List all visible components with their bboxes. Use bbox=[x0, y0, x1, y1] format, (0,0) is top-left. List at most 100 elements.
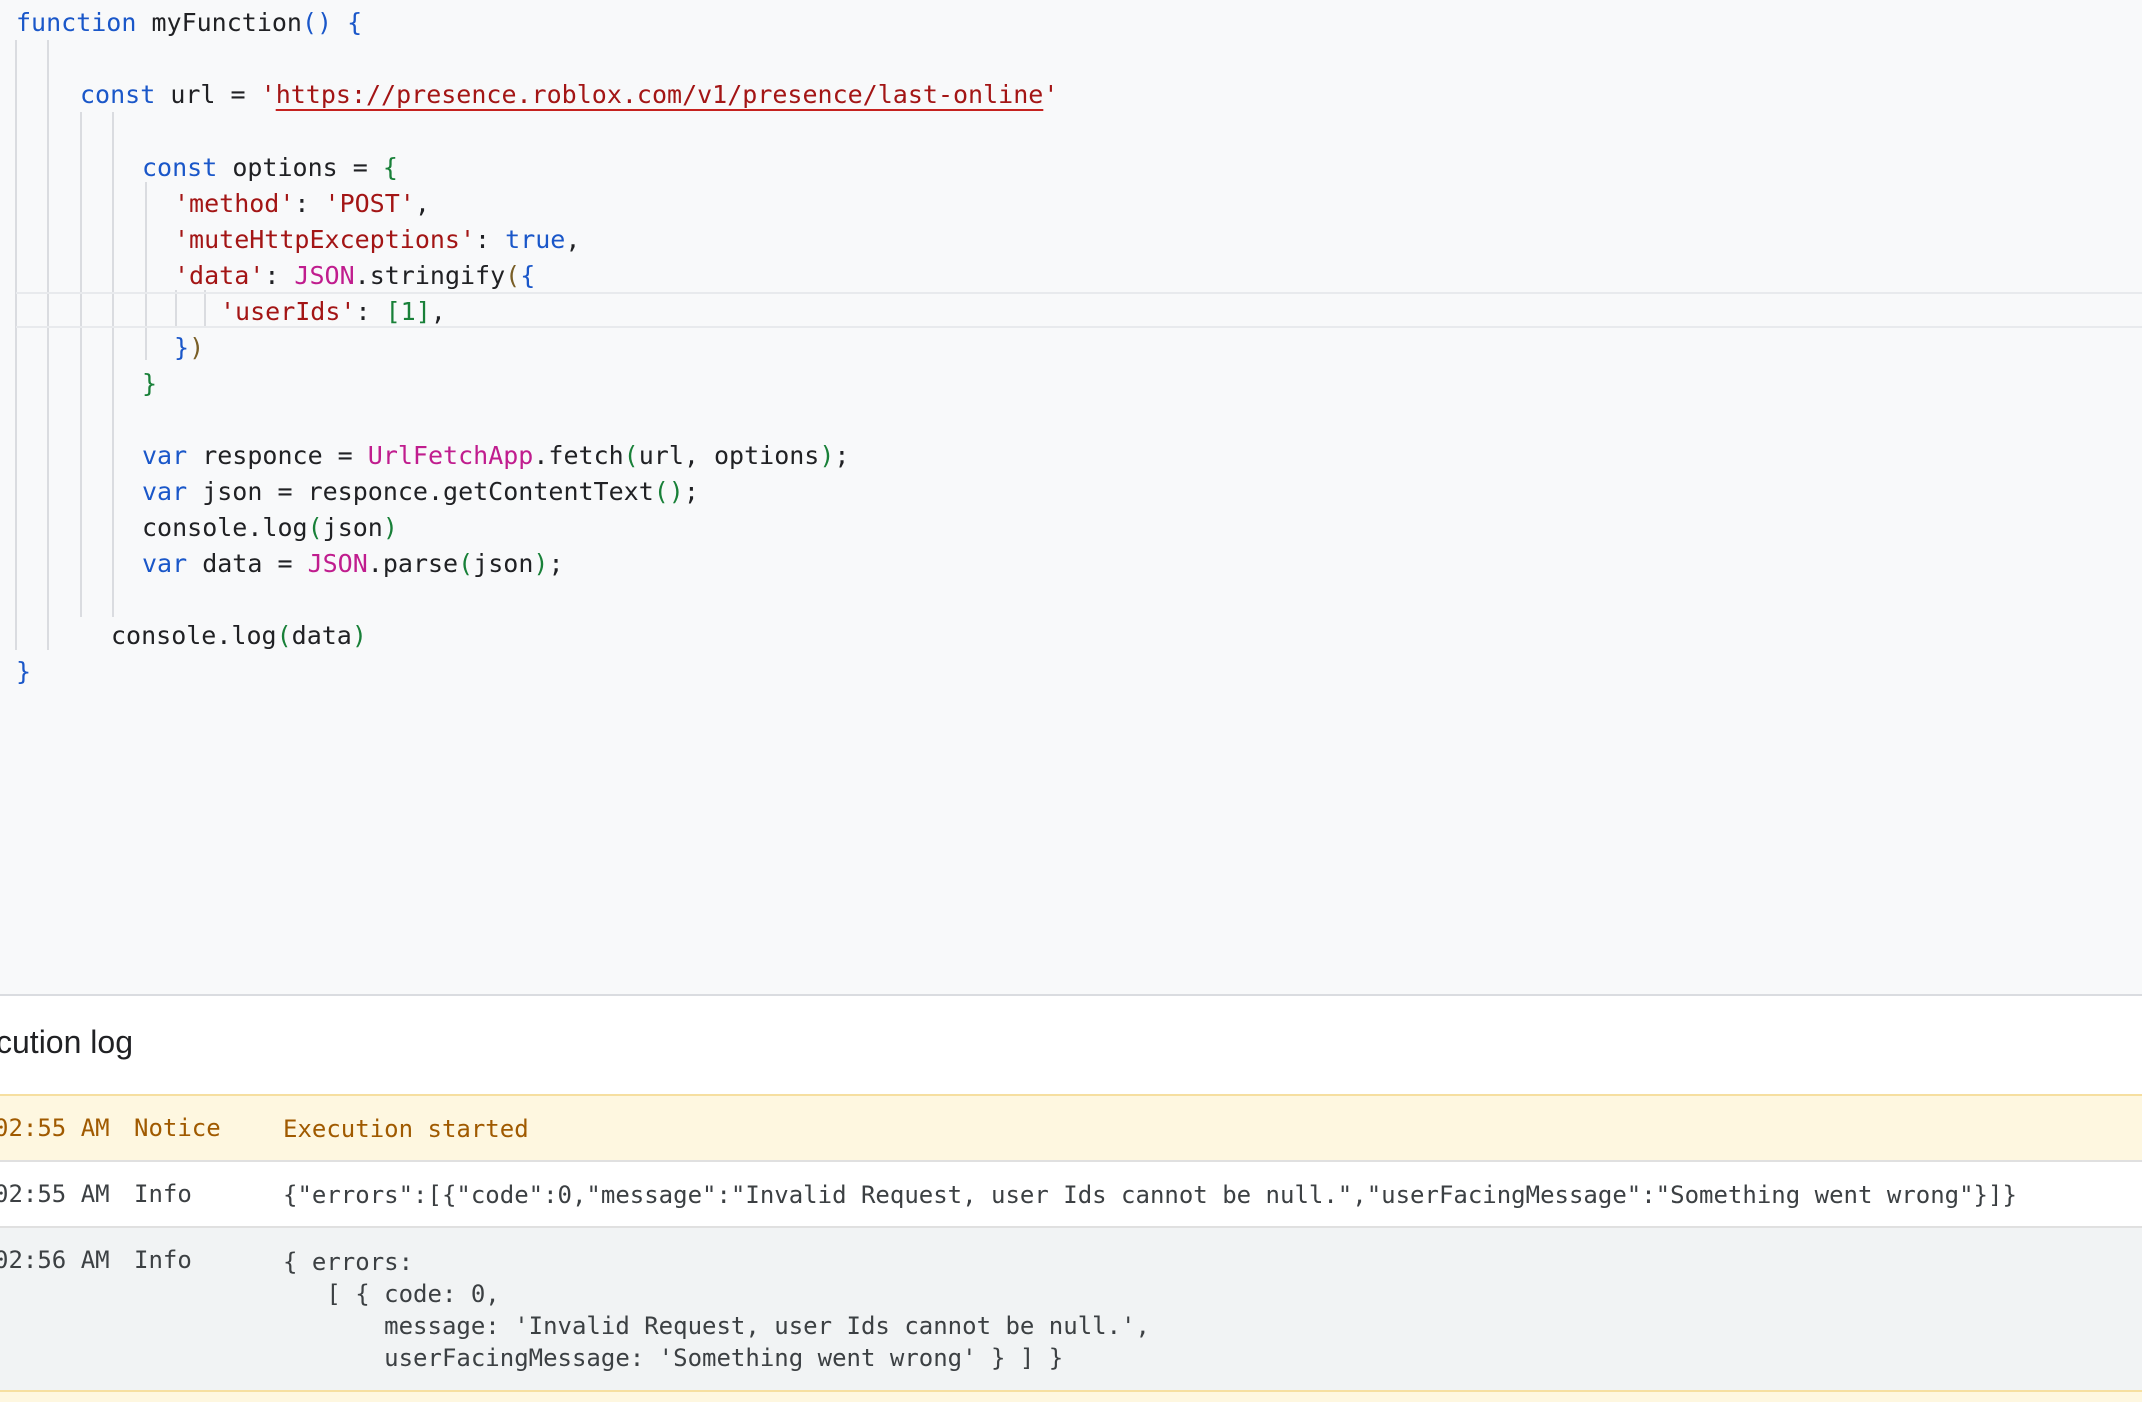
url-link[interactable]: https://presence.roblox.com/v1/presence/… bbox=[276, 80, 1044, 109]
execution-log-title: cution log bbox=[0, 1024, 133, 1060]
code-line[interactable]: 'data': JSON.stringify({ bbox=[174, 258, 535, 294]
code-token: 'data' bbox=[174, 261, 265, 290]
log-level: Notice bbox=[134, 1114, 221, 1142]
code-token: const bbox=[142, 153, 218, 182]
code-line[interactable]: var data = JSON.parse(json); bbox=[142, 546, 564, 582]
code-token: ( bbox=[458, 549, 474, 578]
execution-log-panel: cution log 02:55 AM Notice Execution sta… bbox=[0, 994, 2142, 1402]
code-token: 'POST' bbox=[324, 189, 415, 218]
log-level: Info bbox=[134, 1180, 192, 1208]
code-token: { bbox=[347, 8, 363, 37]
code-token: .fetch bbox=[533, 441, 624, 470]
code-line[interactable]: } bbox=[16, 654, 31, 690]
code-token: responce = bbox=[187, 441, 368, 470]
code-token: JSON bbox=[307, 549, 368, 578]
code-token: ; bbox=[548, 549, 564, 578]
indent-guide bbox=[145, 182, 147, 360]
code-token: data bbox=[291, 621, 352, 650]
log-message: {"errors":[{"code":0,"message":"Invalid … bbox=[283, 1181, 2017, 1209]
code-token: , bbox=[414, 189, 430, 218]
code-token: ' bbox=[260, 80, 276, 109]
code-token: UrlFetchApp bbox=[367, 441, 534, 470]
code-token: true bbox=[505, 225, 566, 254]
code-token: ) bbox=[189, 333, 205, 362]
code-line[interactable]: const options = { bbox=[142, 150, 398, 186]
indent-guide bbox=[112, 112, 114, 617]
code-token: } bbox=[16, 657, 32, 686]
code-editor[interactable]: function myFunction() { const url = 'htt… bbox=[0, 0, 2142, 994]
code-token: ) bbox=[533, 549, 549, 578]
log-entry-notice-partial bbox=[0, 1390, 2142, 1402]
code-token: () bbox=[653, 477, 684, 506]
code-line[interactable]: var responce = UrlFetchApp.fetch(url, op… bbox=[142, 438, 849, 474]
log-level: Info bbox=[134, 1246, 192, 1274]
log-entry-notice[interactable]: 02:55 AM Notice Execution started bbox=[0, 1094, 2142, 1160]
log-message: { errors: [ { code: 0, message: 'Invalid… bbox=[283, 1248, 1150, 1372]
log-time: 02:55 AM bbox=[0, 1114, 110, 1142]
code-token: ; bbox=[683, 477, 699, 506]
code-line[interactable]: 'method': 'POST', bbox=[174, 186, 430, 222]
code-token: url = bbox=[155, 80, 261, 109]
code-token: 'muteHttpExceptions' bbox=[174, 225, 476, 254]
code-token: ( bbox=[623, 441, 639, 470]
code-line[interactable]: console.log(data) bbox=[111, 618, 367, 654]
code-token: console.log bbox=[111, 621, 277, 650]
code-line[interactable]: console.log(json) bbox=[142, 510, 398, 546]
code-token: json = responce.getContentText bbox=[187, 477, 654, 506]
code-token: , bbox=[430, 297, 446, 326]
code-line-active[interactable]: 'userIds': [1], bbox=[16, 292, 2142, 328]
code-token: : bbox=[264, 261, 295, 290]
code-token: ( bbox=[307, 513, 323, 542]
code-token: [ bbox=[385, 297, 401, 326]
code-token: 1 bbox=[400, 297, 416, 326]
code-token: ; bbox=[834, 441, 850, 470]
code-token: json bbox=[473, 549, 534, 578]
log-entry-info[interactable]: 02:55 AM Info {"errors":[{"code":0,"mess… bbox=[0, 1160, 2142, 1226]
code-token: : bbox=[475, 225, 506, 254]
code-token: { bbox=[520, 261, 536, 290]
code-line[interactable]: const url = 'https://presence.roblox.com… bbox=[80, 77, 1058, 113]
code-token: ) bbox=[382, 513, 398, 542]
log-time: 02:55 AM bbox=[0, 1180, 110, 1208]
code-line[interactable]: function myFunction() { bbox=[16, 5, 362, 41]
log-message: Execution started bbox=[283, 1115, 529, 1143]
code-token: var bbox=[142, 441, 188, 470]
log-entry-info[interactable]: 02:56 AM Info { errors: [ { code: 0, mes… bbox=[0, 1226, 2142, 1394]
code-line[interactable]: 'muteHttpExceptions': true, bbox=[174, 222, 580, 258]
code-token: ' bbox=[1043, 80, 1059, 109]
code-token: , bbox=[565, 225, 581, 254]
code-token: const bbox=[80, 80, 156, 109]
code-token: { bbox=[382, 153, 398, 182]
code-token: function bbox=[16, 8, 137, 37]
code-token: url, options bbox=[638, 441, 820, 470]
code-token: 'userIds' bbox=[220, 297, 356, 326]
code-line[interactable]: var json = responce.getContentText(); bbox=[142, 474, 699, 510]
code-token: ( bbox=[505, 261, 521, 290]
indent-guide bbox=[15, 40, 17, 650]
code-token: ) bbox=[819, 441, 835, 470]
code-token: } bbox=[174, 333, 190, 362]
code-token: : bbox=[294, 189, 325, 218]
code-token: var bbox=[142, 477, 188, 506]
code-token: console.log bbox=[142, 513, 308, 542]
code-token: .parse bbox=[367, 549, 459, 578]
code-line[interactable]: } bbox=[142, 366, 157, 402]
code-token: } bbox=[142, 369, 158, 398]
code-line[interactable]: }) bbox=[174, 330, 204, 366]
code-token: 'method' bbox=[174, 189, 295, 218]
code-token: options = bbox=[217, 153, 383, 182]
indent-guide bbox=[47, 40, 49, 650]
indent-guide bbox=[80, 112, 82, 617]
code-token: : bbox=[355, 297, 386, 326]
code-token: data = bbox=[187, 549, 308, 578]
code-token: json bbox=[322, 513, 383, 542]
code-token: ] bbox=[415, 297, 431, 326]
code-token: .stringify bbox=[354, 261, 506, 290]
code-token: ) bbox=[351, 621, 367, 650]
log-time: 02:56 AM bbox=[0, 1246, 110, 1274]
code-token: ( bbox=[276, 621, 292, 650]
code-token: myFunction bbox=[136, 8, 302, 37]
code-token: JSON bbox=[294, 261, 355, 290]
code-token: () bbox=[302, 8, 333, 37]
